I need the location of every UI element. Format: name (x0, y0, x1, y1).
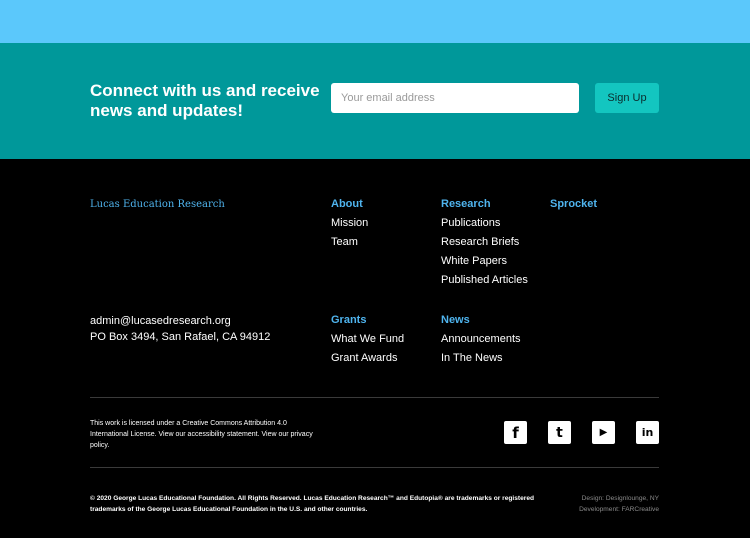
license-text: . (107, 442, 110, 449)
footer-nav-news: News Announcements In The News (441, 314, 521, 371)
nav-link-mission[interactable]: Mission (331, 217, 368, 236)
license-notice: This work is licensed under a Creative C… (90, 418, 320, 451)
twitter-icon[interactable]: t (548, 421, 571, 444)
nav-heading-research[interactable]: Research (441, 198, 528, 217)
nav-link-research-briefs[interactable]: Research Briefs (441, 236, 528, 255)
nav-link-in-the-news[interactable]: In The News (441, 352, 521, 371)
divider (90, 397, 659, 398)
footer-nav-grants: Grants What We Fund Grant Awards (331, 314, 404, 371)
signup-headline: Connect with us and receive news and upd… (90, 81, 320, 120)
nav-heading-sprocket[interactable]: Sprocket (550, 198, 597, 217)
nav-link-publications[interactable]: Publications (441, 217, 528, 236)
facebook-icon[interactable]: f (504, 421, 527, 444)
nav-heading-grants[interactable]: Grants (331, 314, 404, 333)
nav-link-published-articles[interactable]: Published Articles (441, 274, 528, 293)
divider (90, 467, 659, 468)
accessibility-statement-link[interactable]: accessibility statement (188, 431, 258, 438)
contact-info: admin@lucasedresearch.org PO Box 3494, S… (90, 313, 270, 345)
nav-link-grant-awards[interactable]: Grant Awards (331, 352, 404, 371)
youtube-icon[interactable]: ▶ (592, 421, 615, 444)
top-band (0, 0, 750, 43)
nav-link-announcements[interactable]: Announcements (441, 333, 521, 352)
development-credit: Development: FARCreative (579, 506, 659, 513)
nav-link-what-we-fund[interactable]: What We Fund (331, 333, 404, 352)
contact-email-link[interactable]: admin@lucasedresearch.org (90, 313, 270, 329)
design-credit: Design: Designlounge, NY (581, 495, 659, 502)
nav-link-team[interactable]: Team (331, 236, 368, 255)
footer-nav-sprocket: Sprocket (550, 198, 597, 217)
nav-heading-news[interactable]: News (441, 314, 521, 333)
email-input[interactable] (331, 83, 579, 113)
footer-nav-research: Research Publications Research Briefs Wh… (441, 198, 528, 293)
linkedin-icon[interactable]: in (636, 421, 659, 444)
copyright-notice: © 2020 George Lucas Educational Foundati… (90, 495, 535, 513)
newsletter-signup: Connect with us and receive news and upd… (0, 43, 750, 159)
footer-nav-about: About Mission Team (331, 198, 368, 255)
nav-heading-about[interactable]: About (331, 198, 368, 217)
site-credits: Design: Designlounge, NY Development: FA… (579, 493, 659, 515)
license-text: . View our (257, 431, 291, 438)
contact-address: PO Box 3494, San Rafael, CA 94912 (90, 331, 271, 343)
nav-link-white-papers[interactable]: White Papers (441, 255, 528, 274)
brand-logo-link[interactable]: Lucas Education Research (90, 199, 225, 210)
sign-up-button[interactable]: Sign Up (595, 83, 659, 113)
